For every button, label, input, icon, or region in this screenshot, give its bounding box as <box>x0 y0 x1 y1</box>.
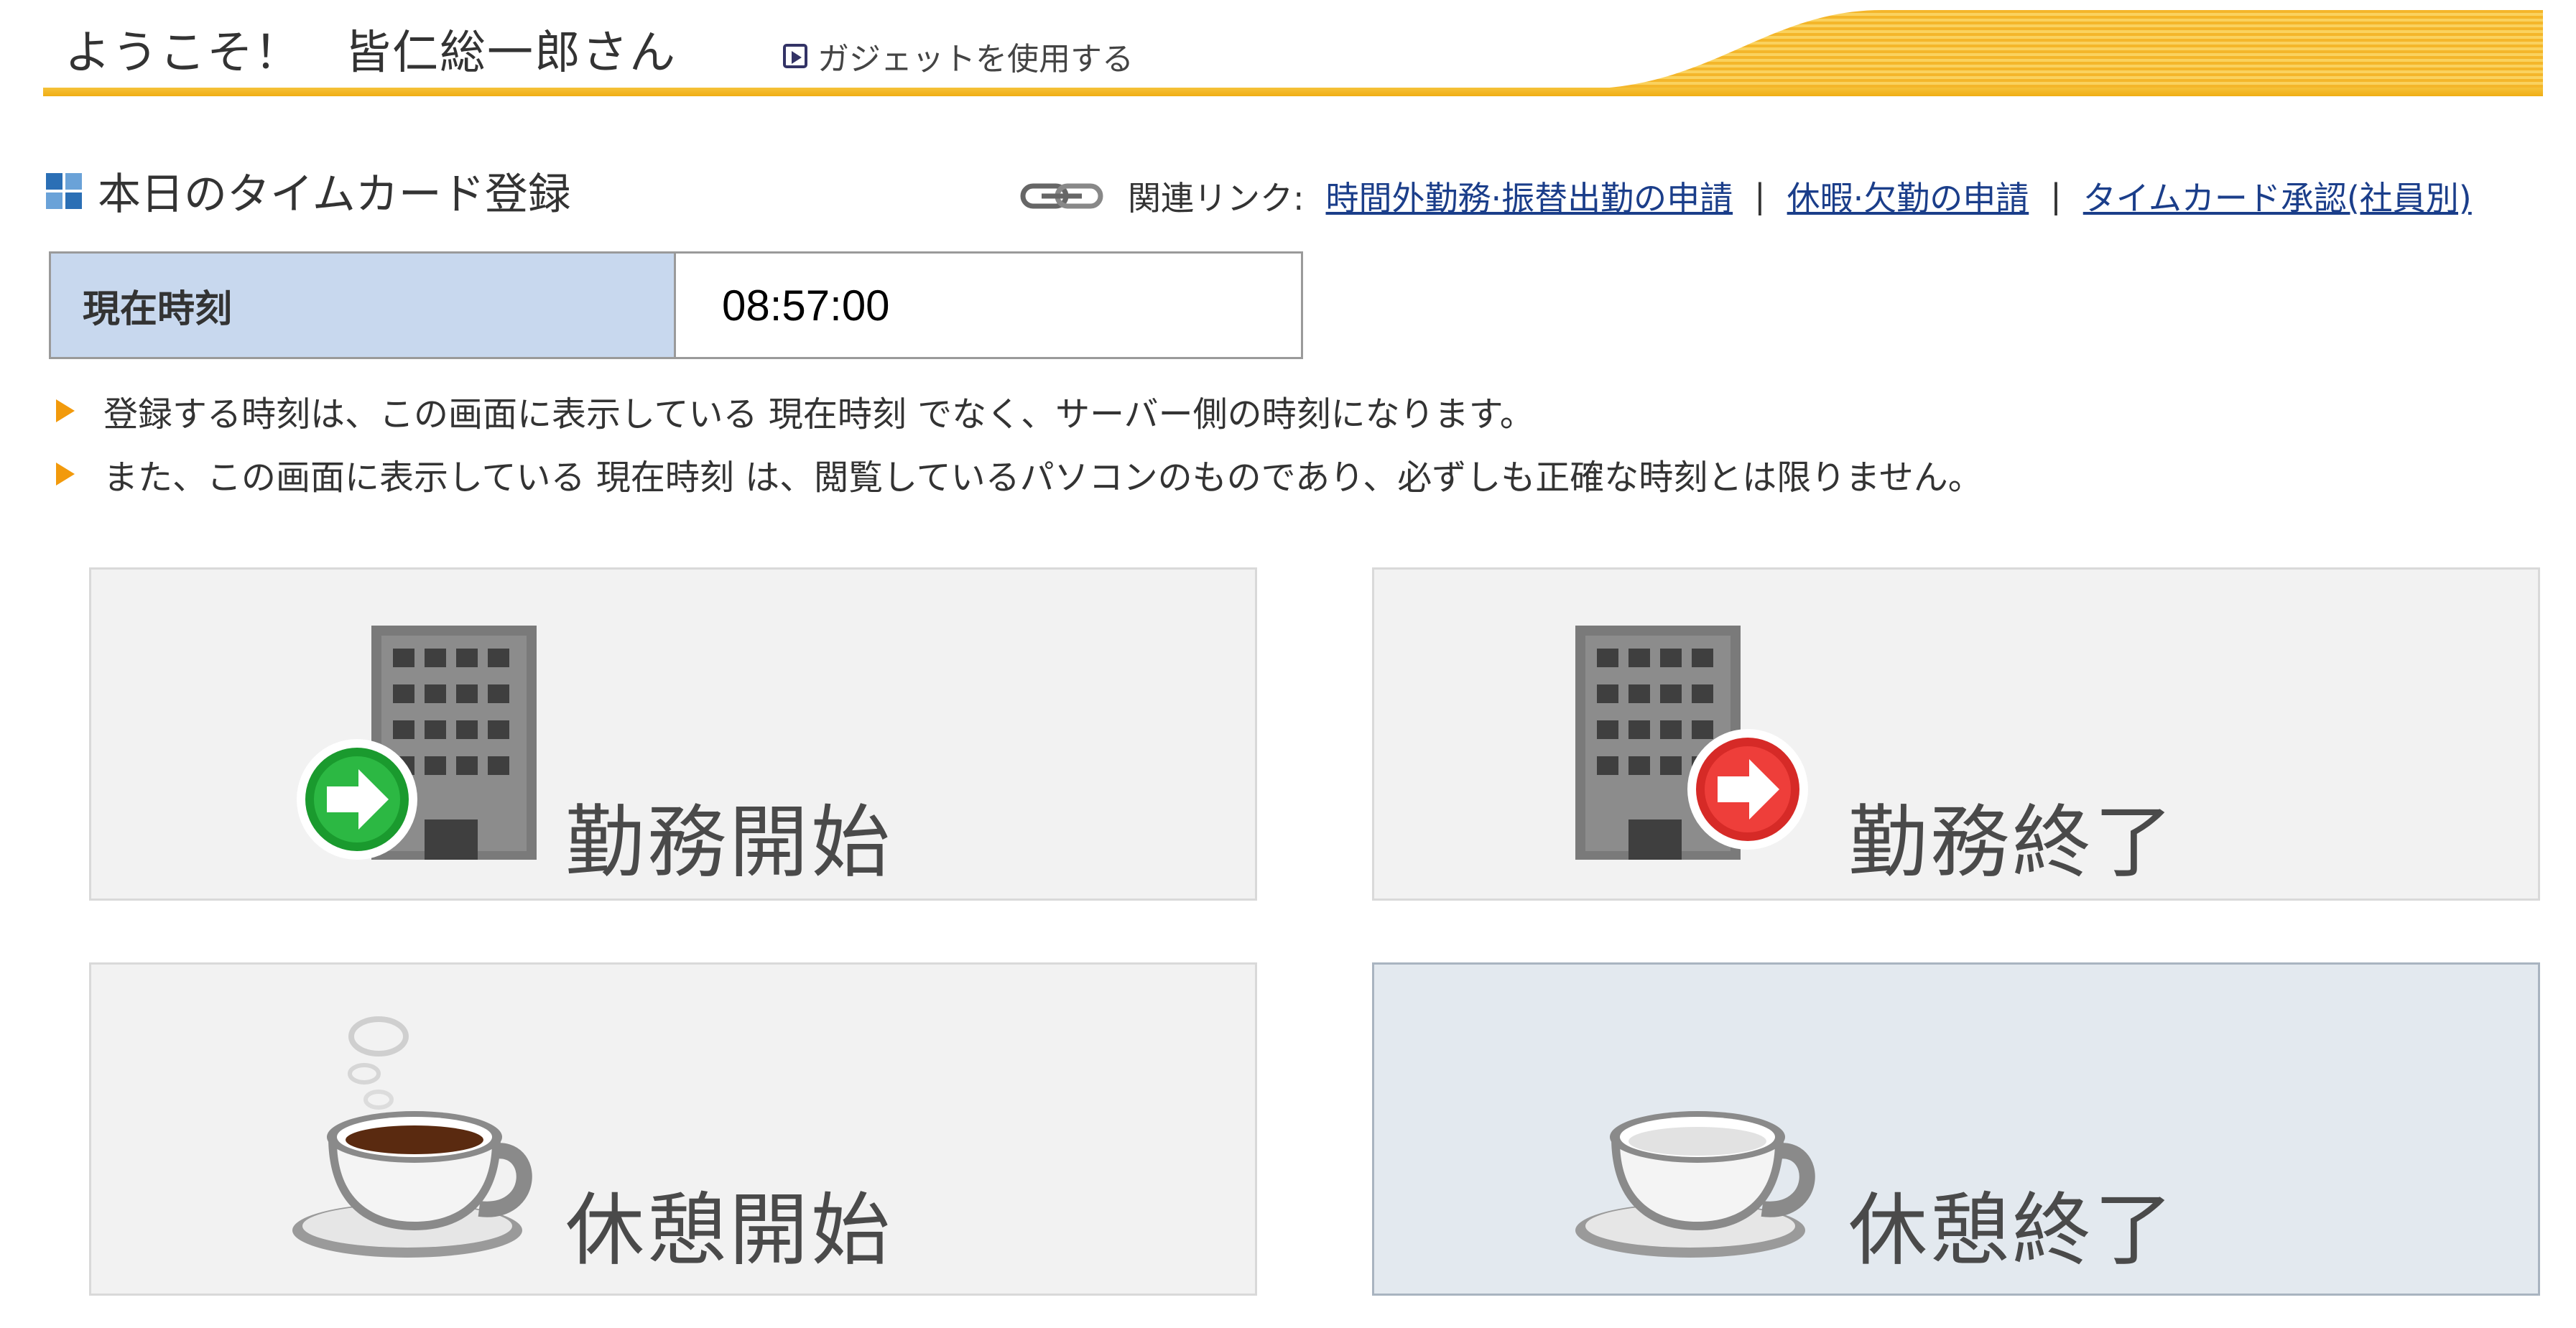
related-links: 関連リンク: 時間外勤務·振替出勤の申請 | 休暇·欠勤の申請 | タイムカード… <box>1020 172 2472 220</box>
note-item: 登録する時刻は、この画面に表示している 現在時刻 でなく、サーバー側の時刻になり… <box>56 379 1983 442</box>
break-end-label: 休憩終了 <box>1848 1184 2176 1276</box>
notes-list: 登録する時刻は、この画面に表示している 現在時刻 でなく、サーバー側の時刻になり… <box>56 379 1983 506</box>
gadget-link-label: ガジェットを使用する <box>817 41 1134 78</box>
break-start-button[interactable]: 休憩開始 <box>89 962 1257 1296</box>
page-title-text: 本日のタイムカード登録 <box>98 170 571 220</box>
note-item: また、この画面に表示している 現在時刻 は、閲覧しているパソコンのものであり、必… <box>56 442 1983 506</box>
header-decoration <box>1580 10 2543 89</box>
header-underline <box>43 88 2543 96</box>
play-box-icon <box>783 44 807 68</box>
gadget-link[interactable]: ガジェットを使用する <box>783 33 1134 79</box>
triangle-bullet-icon <box>56 399 75 422</box>
coffee-cup-steaming-icon <box>292 1016 532 1258</box>
user-name: 皆仁総一郎さん <box>345 27 677 80</box>
triangle-bullet-icon <box>56 463 75 486</box>
welcome-message: ようこそ！ 皆仁総一郎さん <box>65 16 677 82</box>
work-end-button[interactable]: 勤務終了 <box>1372 567 2540 901</box>
work-end-label: 勤務終了 <box>1848 797 2176 888</box>
link-leave-request[interactable]: 休暇·欠勤の申請 <box>1787 172 2029 220</box>
note-text: また、この画面に表示している 現在時刻 は、閲覧しているパソコンのものであり、必… <box>103 458 1983 498</box>
break-start-label: 休憩開始 <box>565 1184 893 1276</box>
link-timecard-approval[interactable]: タイムカード承認(社員別) <box>2083 172 2472 220</box>
current-time-label: 現在時刻 <box>51 254 676 357</box>
break-end-button[interactable]: 休憩終了 <box>1372 962 2540 1296</box>
chain-link-icon <box>1020 183 1103 209</box>
empty-cup-icon <box>1575 1111 1815 1258</box>
welcome-prefix: ようこそ！ <box>65 27 302 80</box>
link-separator: | <box>2050 177 2062 215</box>
building-arrow-in-icon <box>297 626 537 860</box>
work-start-label: 勤務開始 <box>565 797 893 888</box>
link-separator: | <box>1754 177 1766 215</box>
page-title: 本日のタイムカード登録 <box>46 159 571 222</box>
building-arrow-out-icon <box>1575 626 1808 860</box>
current-time-table: 現在時刻 08:57:00 <box>49 251 1303 359</box>
current-time-value: 08:57:00 <box>722 281 890 330</box>
note-text: 登録する時刻は、この画面に表示している 現在時刻 でなく、サーバー側の時刻になり… <box>103 394 1534 435</box>
related-links-label: 関連リンク: <box>1128 179 1305 218</box>
link-overtime-request[interactable]: 時間外勤務·振替出勤の申請 <box>1326 172 1733 220</box>
work-start-button[interactable]: 勤務開始 <box>89 567 1257 901</box>
grid-icon <box>46 172 82 209</box>
